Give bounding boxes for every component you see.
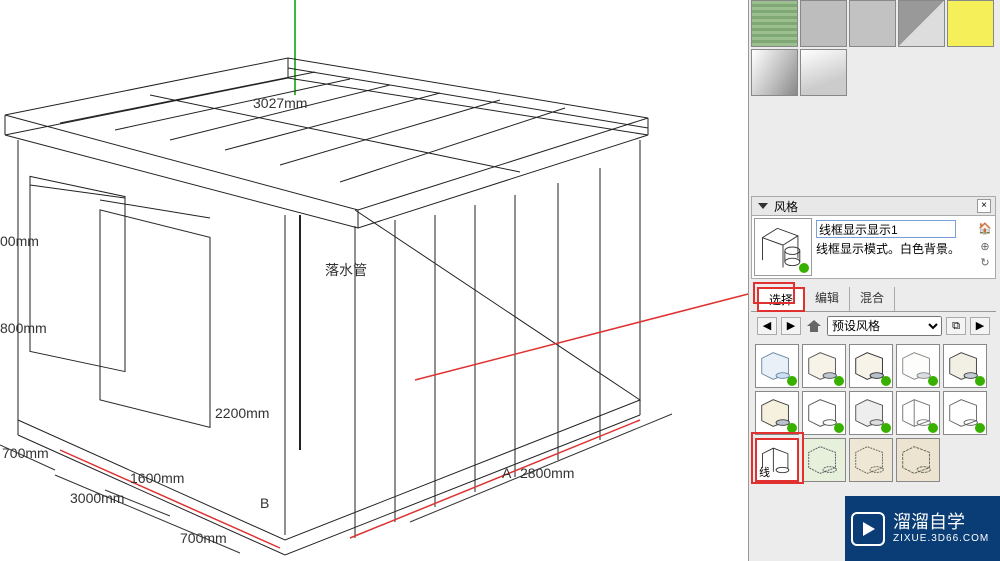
dim-front-span: 3000mm: [70, 490, 124, 506]
right-panel: 风格 × 🏠 线框显示模式。白色背景。 ⊕ ↻: [748, 0, 1000, 561]
details-toggle-button[interactable]: ⧉: [946, 317, 966, 335]
styles-panel-header[interactable]: 风格 ×: [751, 196, 996, 216]
badge-icon: [928, 376, 938, 386]
badge-icon: [975, 423, 985, 433]
refresh-style-icon[interactable]: ↻: [977, 256, 993, 270]
style-thumb-label: 线: [759, 464, 770, 480]
badge-icon: [881, 423, 891, 433]
style-description: 线框显示模式。白色背景。: [816, 240, 960, 257]
dim-left-front: 700mm: [2, 445, 49, 461]
current-style-preview[interactable]: [754, 218, 812, 276]
badge-icon: [787, 423, 797, 433]
material-swatch-gradient-1[interactable]: [751, 49, 798, 96]
style-thumb-sketchy-1[interactable]: [802, 438, 846, 482]
nav-back-button[interactable]: ◀: [757, 317, 777, 335]
style-name-input[interactable]: [816, 220, 956, 238]
3d-viewport[interactable]: 3027mm 落水管 2200mm 00mm 800mm 700mm 3000m…: [0, 0, 748, 561]
play-icon: [851, 512, 885, 546]
tab-select[interactable]: 选择: [757, 287, 805, 312]
style-thumb-shaded-edges[interactable]: [849, 344, 893, 388]
styles-panel-title: 风格: [774, 198, 798, 215]
material-swatch-yellow[interactable]: [947, 0, 994, 47]
material-swatch-gradient-2[interactable]: [800, 49, 847, 96]
style-thumb-wireframe[interactable]: 线: [755, 438, 799, 482]
style-summary: 🏠 线框显示模式。白色背景。 ⊕ ↻: [751, 216, 996, 279]
badge-icon: [834, 376, 844, 386]
style-thumb-wireview[interactable]: [943, 391, 987, 435]
dim-side-top: 00mm: [0, 233, 39, 249]
watermark: 溜溜自学 ZIXUE.3D66.COM: [845, 496, 1000, 561]
collapse-icon: [758, 203, 768, 209]
styles-library-select[interactable]: 预设风格: [827, 316, 942, 336]
style-thumb-sketchy-3[interactable]: [896, 438, 940, 482]
watermark-brand: 溜溜自学: [893, 513, 989, 533]
dim-door-opening: 2200mm: [215, 405, 269, 421]
label-downpipe: 落水管: [325, 260, 367, 280]
dim-letter-a: A: [502, 465, 511, 481]
style-thumbnails-grid: 线: [751, 340, 996, 486]
material-swatch-green-stripe[interactable]: [751, 0, 798, 47]
new-style-icon[interactable]: ⊕: [977, 240, 993, 254]
dim-side-mid: 800mm: [0, 320, 47, 336]
dim-letter-b: B: [260, 495, 269, 511]
close-icon[interactable]: ×: [977, 199, 991, 213]
style-thumb-mono[interactable]: [849, 391, 893, 435]
dim-roof-width: 3027mm: [253, 95, 307, 111]
dim-right-span: 2800mm: [520, 465, 574, 481]
style-thumb-shaded[interactable]: [802, 344, 846, 388]
styles-nav-row: ◀ ▶ 预设风格 ⧉ ▶: [751, 312, 996, 340]
style-thumb-shaded-tex[interactable]: [755, 391, 799, 435]
style-thumb-shaded-xray[interactable]: [755, 344, 799, 388]
style-thumb-sketchy-2[interactable]: [849, 438, 893, 482]
nav-forward-button[interactable]: ▶: [781, 317, 801, 335]
material-swatch-diagonal[interactable]: [898, 0, 945, 47]
tab-edit[interactable]: 编辑: [805, 287, 850, 311]
badge-icon: [928, 423, 938, 433]
tab-mix[interactable]: 混合: [850, 287, 895, 311]
watermark-url: ZIXUE.3D66.COM: [893, 533, 989, 544]
style-thumb-hidden-line[interactable]: [802, 391, 846, 435]
material-swatch-gray-noise[interactable]: [800, 0, 847, 47]
badge-icon: [881, 376, 891, 386]
badge-icon: [975, 376, 985, 386]
style-thumb-shaded-back[interactable]: [943, 344, 987, 388]
home-icon[interactable]: [805, 317, 823, 335]
update-style-icon[interactable]: 🏠: [977, 222, 993, 236]
styles-panel: 风格 × 🏠 线框显示模式。白色背景。 ⊕ ↻: [751, 196, 996, 486]
styles-tab-row: 选择 编辑 混合: [751, 287, 996, 312]
materials-palette: [751, 0, 999, 98]
styles-menu-button[interactable]: ▶: [970, 317, 990, 335]
style-thumb-wire-xray[interactable]: [896, 391, 940, 435]
dim-front-mid-offset: 700mm: [180, 530, 227, 546]
material-swatch-gray-big[interactable]: [849, 0, 896, 47]
badge-icon: [787, 376, 797, 386]
badge-icon: [834, 423, 844, 433]
refresh-badge-icon: [799, 263, 809, 273]
dim-front-small: 1600mm: [130, 470, 184, 486]
style-thumb-shaded-light[interactable]: [896, 344, 940, 388]
